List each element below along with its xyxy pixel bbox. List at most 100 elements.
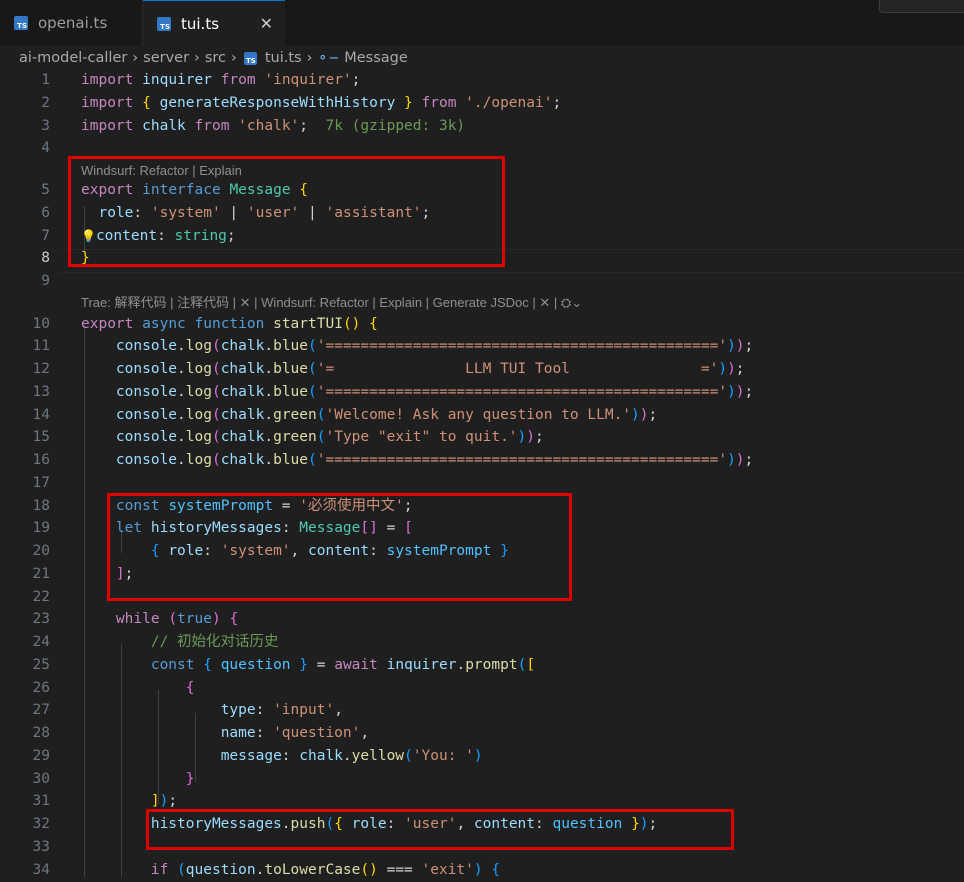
code-line[interactable]: 22 [0,586,964,609]
line-number: 2 [41,95,50,111]
breadcrumb-item-symbol[interactable]: Message [344,50,408,66]
code-token: '=======================================… [316,452,728,468]
code-line[interactable]: 13 console.log(chalk.blue('=============… [0,381,964,404]
code-token: ) [517,429,527,445]
code-token: chalk [220,452,265,468]
code-line[interactable]: 17 [0,472,964,495]
code-line[interactable]: 9 [0,270,964,293]
window-controls[interactable] [879,0,964,13]
code-line[interactable]: 3 import chalk from 'chalk'; 7k (gzipped:… [0,115,964,138]
code-line[interactable]: 33 [0,836,964,859]
code-editor[interactable]: Windsurf: Refactor | Explain Trae: 解释代码 … [0,69,964,878]
code-line[interactable]: 5 export interface Message { [0,179,964,202]
code-token: log [185,384,212,400]
code-line[interactable]: 10 export async function startTUI() { [0,313,964,336]
code-line[interactable]: 8} [0,247,964,270]
code-token: export [81,316,134,332]
code-line[interactable]: 14 console.log(chalk.green('Welcome! Ask… [0,404,964,427]
code-token: ; [168,793,178,809]
code-token: [ [404,520,413,536]
tab-tui-ts[interactable]: TS tui.ts ✕ [143,0,285,46]
code-line[interactable]: 24 // 初始化对话历史 [0,631,964,654]
code-line[interactable]: 7 💡content: string; [0,225,964,248]
code-line[interactable]: 27 type: 'input', [0,699,964,722]
breadcrumb-item-server[interactable]: server [143,50,189,66]
breadcrumb: ai-model-caller › server › src › TS tui.… [0,46,964,70]
code-line[interactable]: 19 let historyMessages: Message[] = [ [0,517,964,540]
tab-openai-ts[interactable]: TS openai.ts [0,0,143,46]
code-token: role [168,543,204,559]
code-line[interactable]: 20 { role: 'system', content: systemProm… [0,540,964,563]
breadcrumb-item-file[interactable]: tui.ts [265,50,302,66]
code-token: console [115,407,178,423]
line-number: 24 [32,634,50,650]
code-token: ) [735,384,745,400]
tab-label: tui.ts [181,14,220,33]
breadcrumb-item-project[interactable]: ai-model-caller [19,50,127,66]
code-token: ) [718,361,728,377]
code-token: ; [351,72,361,88]
code-token: ; [744,384,754,400]
code-line[interactable]: 31 ]); [0,790,964,813]
close-icon[interactable]: ✕ [260,14,273,33]
code-text: role: 'system' | 'user' | 'assistant'; [81,202,430,225]
code-line[interactable]: 12 console.log(chalk.blue('= LLM TUI Too… [0,358,964,381]
code-token: ( [211,429,221,445]
code-token: . [177,361,186,377]
code-line[interactable]: 18 const systemPrompt = '必须使用中文'; [0,495,964,518]
code-token: { [491,862,501,878]
code-token: { [203,657,212,673]
code-line[interactable]: 26 { [0,677,964,700]
code-line[interactable]: 32 historyMessages.push({ role: 'user', … [0,813,964,836]
code-token: { [142,95,151,111]
code-token: { [299,182,309,198]
code-line[interactable]: 6 role: 'system' | 'user' | 'assistant'; [0,202,964,225]
chevron-right-icon: › [231,50,237,66]
code-token: ; [299,118,326,134]
code-text: import chalk from 'chalk'; 7k (gzipped: … [81,115,465,138]
code-text: ]; [81,563,133,586]
code-line[interactable]: 23 while (true) { [0,608,964,631]
code-line[interactable]: 2 import { generateResponseWithHistory } … [0,92,964,115]
line-number: 3 [41,118,50,134]
code-token: { [369,316,378,332]
code-line[interactable]: 16 console.log(chalk.blue('=============… [0,449,964,472]
code-token: ( [211,407,221,423]
code-token: log [185,452,212,468]
code-token: | [299,205,326,221]
code-line[interactable]: 15 console.log(chalk.green('Type "exit" … [0,426,964,449]
code-token: : [281,520,300,536]
lightbulb-icon[interactable]: 💡 [81,229,96,243]
code-line[interactable]: 30 } [0,768,964,791]
code-token: systemPrompt [168,498,274,514]
code-line[interactable]: 29 message: chalk.yellow('You: ') [0,745,964,768]
code-token: [ [526,657,536,673]
code-token: green [273,429,317,445]
code-token: console [115,429,178,445]
code-line[interactable]: 1 import inquirer from 'inquirer'; [0,69,964,92]
codelens-trae-windsurf[interactable]: Trae: 解释代码 | 注释代码 | ✕ | Windsurf: Refact… [81,292,582,314]
code-line[interactable]: 21 ]; [0,563,964,586]
code-token: : [157,228,175,244]
code-token: 'You: ' [412,748,474,764]
code-token: . [342,748,352,764]
code-line[interactable]: 25 const { question } = await inquirer.p… [0,654,964,677]
code-text: let historyMessages: Message[] = [ [81,517,413,540]
code-token: ) [727,338,736,354]
code-token: . [264,429,274,445]
code-token: question [220,657,291,673]
code-line[interactable]: 11 console.log(chalk.blue('=============… [0,335,964,358]
code-token: { [334,816,343,832]
code-line[interactable]: 34 if (question.toLowerCase() === 'exit'… [0,859,964,882]
code-line[interactable]: 28 name: 'question', [0,722,964,745]
breadcrumb-item-src[interactable]: src [205,50,226,66]
code-token: ) [735,452,745,468]
code-token: string [174,228,227,244]
code-token: 'Welcome! Ask any question to LLM.' [325,407,632,423]
code-line[interactable]: 4 [0,137,964,160]
